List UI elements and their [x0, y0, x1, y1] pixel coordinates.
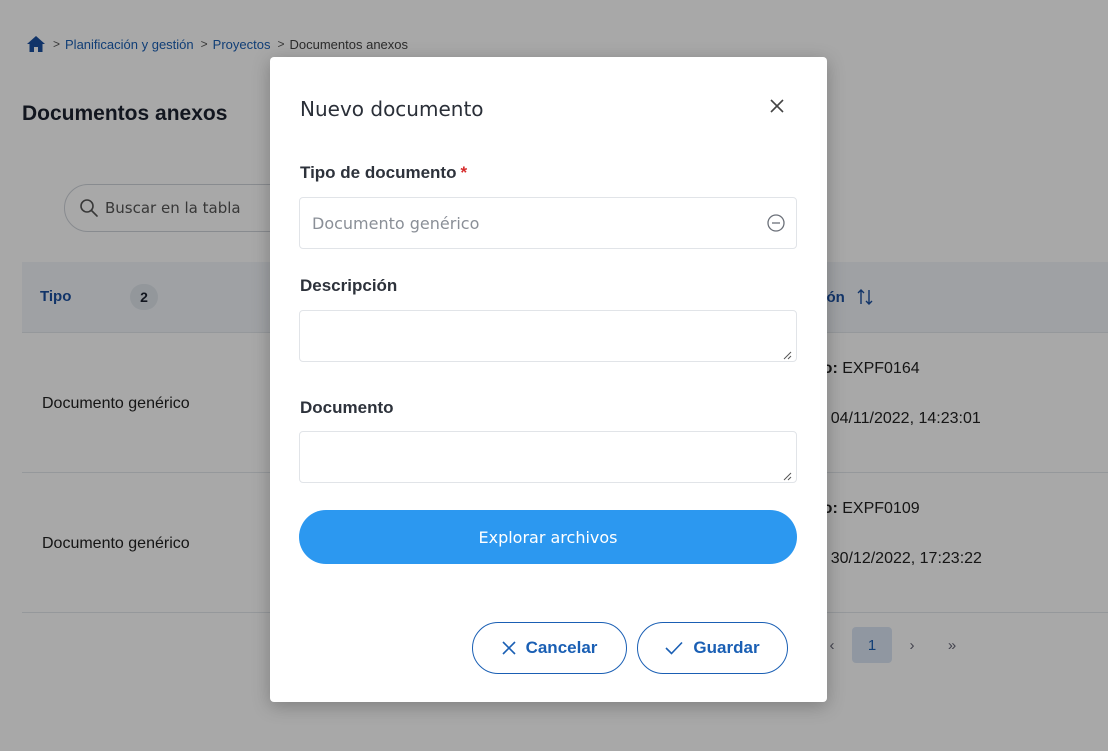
clear-icon[interactable]: [766, 213, 786, 233]
save-button-label: Guardar: [693, 638, 760, 657]
check-icon: [665, 641, 684, 655]
document-field[interactable]: [299, 431, 797, 483]
description-textarea[interactable]: [300, 311, 796, 361]
description-field[interactable]: [299, 310, 797, 362]
explore-files-button[interactable]: Explorar archivos: [299, 510, 797, 564]
new-document-dialog: Nuevo documento Tipo de documento * Docum…: [270, 57, 827, 702]
close-icon: [769, 98, 785, 119]
doc-type-selected-value: Documento genérico: [312, 213, 480, 233]
required-mark: *: [460, 163, 468, 182]
cancel-button[interactable]: Cancelar: [472, 622, 627, 674]
document-textarea[interactable]: [300, 432, 796, 482]
document-label: Documento: [300, 398, 394, 417]
resize-icon[interactable]: [782, 347, 792, 360]
description-label: Descripción: [300, 276, 398, 295]
doc-type-label: Tipo de documento *: [300, 163, 467, 183]
cancel-x-icon: [502, 641, 516, 655]
resize-icon[interactable]: [782, 468, 792, 481]
doc-type-select[interactable]: Documento genérico: [299, 197, 797, 249]
cancel-button-label: Cancelar: [525, 638, 598, 657]
save-button[interactable]: Guardar: [637, 622, 788, 674]
doc-type-label-text: Tipo de documento: [300, 163, 457, 182]
close-button[interactable]: [764, 95, 790, 121]
dialog-title: Nuevo documento: [300, 97, 484, 121]
